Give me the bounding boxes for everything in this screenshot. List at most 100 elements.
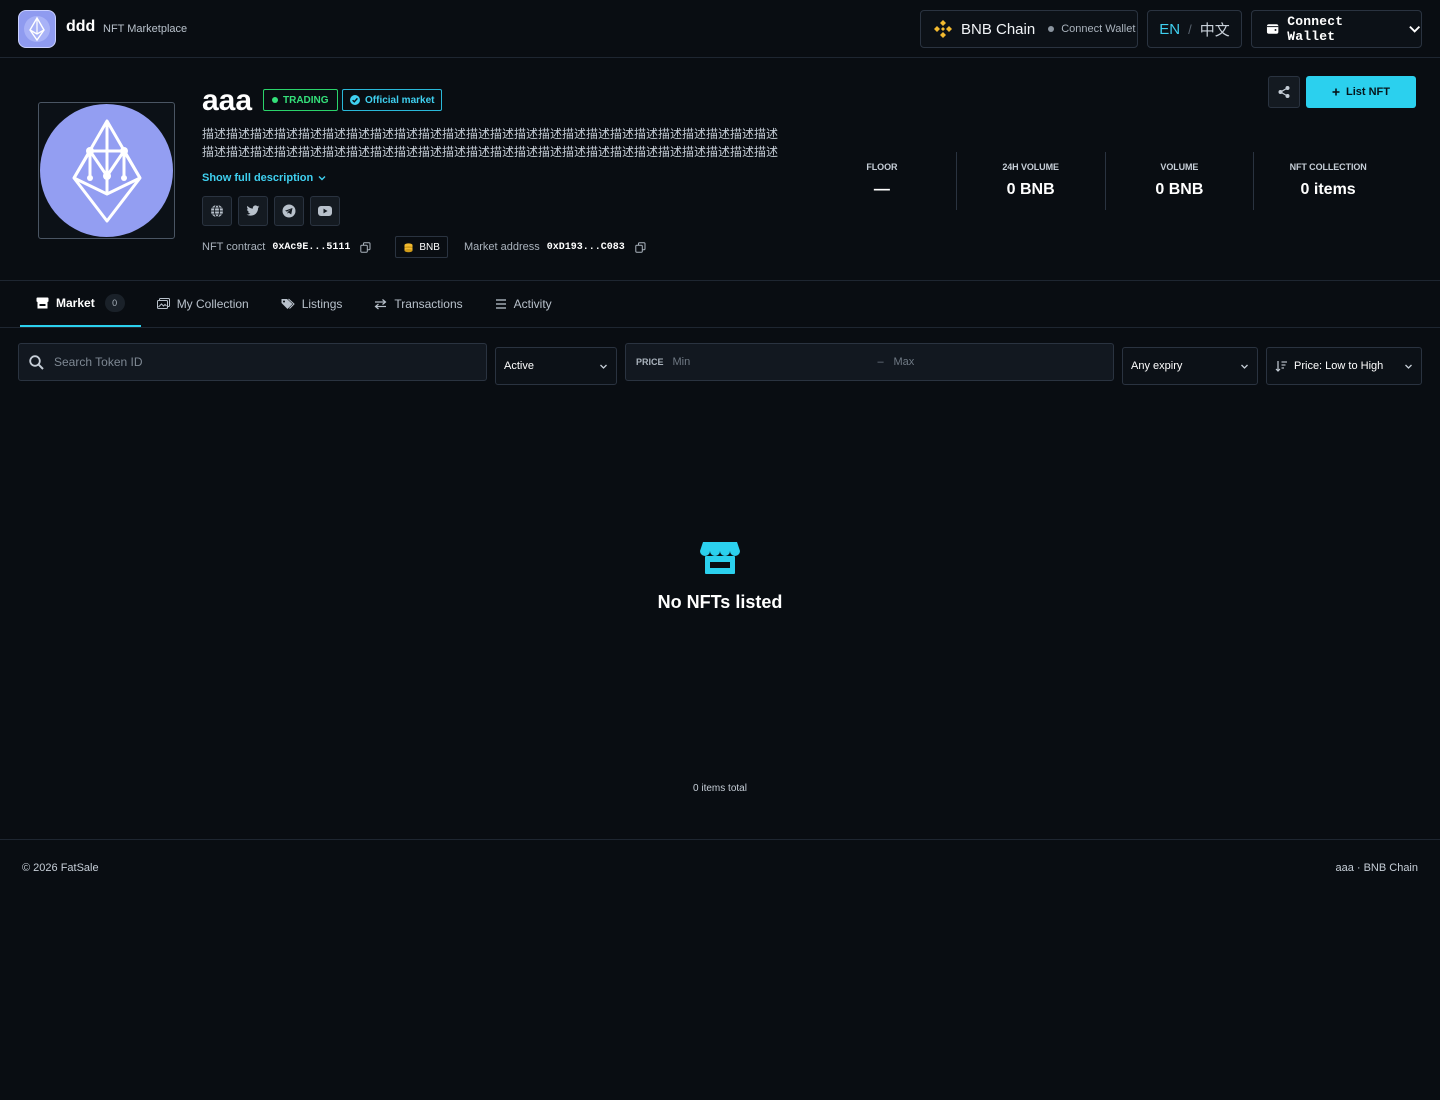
lang-zh-option[interactable]: 中文 <box>1200 19 1230 40</box>
status-select-value: Active <box>504 360 534 372</box>
collection-stats: FLOOR — 24H VOLUME 0 BNB VOLUME 0 BNB NF… <box>808 152 1402 210</box>
expiry-select[interactable]: Any expiry <box>1122 347 1258 385</box>
stat-24h-volume: 24H VOLUME 0 BNB <box>957 152 1106 210</box>
chevron-down-icon <box>1241 364 1248 369</box>
collection-avatar-image <box>40 104 173 237</box>
search-token-input[interactable] <box>54 355 454 369</box>
youtube-icon <box>318 206 332 216</box>
chevron-down-icon <box>318 176 326 181</box>
currency-label: BNB <box>419 241 440 253</box>
lang-en-option[interactable]: EN <box>1159 21 1180 38</box>
search-icon <box>29 354 44 370</box>
tags-icon <box>281 298 295 309</box>
wallet-icon <box>1266 24 1279 34</box>
website-link[interactable] <box>202 196 232 226</box>
tab-market[interactable]: Market 0 <box>20 281 141 327</box>
stat-nft-collection: NFT COLLECTION 0 items <box>1254 152 1402 210</box>
chain-name: BNB Chain <box>961 20 1036 38</box>
store-icon <box>700 542 740 574</box>
telegram-link[interactable] <box>274 196 304 226</box>
coins-icon <box>404 242 413 252</box>
top-bar: ddd NFT Marketplace BNB Chain Connect Wa… <box>0 0 1440 58</box>
list-nft-button[interactable]: List NFT <box>1306 76 1416 108</box>
footer-copyright: © 2026 FatSale <box>22 862 99 874</box>
tab-transactions-label: Transactions <box>394 297 463 311</box>
images-icon <box>156 298 170 309</box>
show-full-description-link[interactable]: Show full description <box>202 172 327 184</box>
price-min-input[interactable]: Min <box>673 356 878 368</box>
check-circle-icon <box>350 95 360 105</box>
copy-icon <box>360 241 371 253</box>
items-total: 0 items total <box>693 783 747 794</box>
sort-select-value: Price: Low to High <box>1294 360 1384 372</box>
stat-volume: VOLUME 0 BNB <box>1106 152 1255 210</box>
brand-name[interactable]: ddd <box>66 18 95 36</box>
connection-status-dot <box>1048 26 1055 32</box>
ethereum-logo-icon <box>72 119 141 222</box>
collection-tabs: Market 0 My Collection Listings Transact… <box>20 281 568 327</box>
trading-dot <box>272 97 278 103</box>
contract-info-row: NFT contract 0xAc9E...5111 BNB Market ad… <box>202 236 646 258</box>
sort-select[interactable]: Price: Low to High <box>1266 347 1422 385</box>
price-max-input[interactable]: Max <box>894 356 915 368</box>
tab-listings[interactable]: Listings <box>265 281 359 327</box>
footer-divider <box>0 839 1440 840</box>
status-select[interactable]: Active <box>495 347 617 385</box>
tab-activity-label: Activity <box>513 297 552 311</box>
price-range-filter: PRICE Min – Max <box>625 343 1114 381</box>
ethereum-logo-icon <box>24 16 50 42</box>
twitter-link[interactable] <box>238 196 268 226</box>
brand-logo[interactable] <box>18 10 56 48</box>
tab-transactions[interactable]: Transactions <box>358 281 478 327</box>
show-more-label: Show full description <box>202 172 314 184</box>
copy-contract-button[interactable] <box>360 241 371 253</box>
tab-my-collection[interactable]: My Collection <box>141 281 265 327</box>
official-badge-label: Official market <box>365 94 435 106</box>
nft-contract-address: 0xAc9E...5111 <box>272 241 351 253</box>
share-button[interactable] <box>1268 76 1300 108</box>
expiry-select-value: Any expiry <box>1131 360 1183 372</box>
lang-separator: / <box>1188 21 1192 37</box>
market-address-label: Market address <box>463 241 540 253</box>
tab-market-label: Market <box>56 296 95 310</box>
market-count-badge: 0 <box>104 294 125 312</box>
footer-chain-info: aaa · BNB Chain <box>1335 862 1418 874</box>
chevron-down-icon <box>1405 364 1412 369</box>
collection-title: aaa <box>202 84 253 117</box>
trading-status-badge: TRADING <box>263 89 338 111</box>
empty-state-message: No NFTs listed <box>657 592 783 612</box>
twitter-icon <box>246 205 260 216</box>
market-address: 0xD193...C083 <box>546 241 625 253</box>
divider <box>0 327 1440 328</box>
official-market-badge: Official market <box>342 89 443 111</box>
price-range-dash: – <box>877 356 884 368</box>
collection-description: 描述描述描述描述描述描述描述描述描述描述描述描述描述描述描述描述描述描述描述描述… <box>202 127 779 159</box>
chevron-down-icon <box>600 364 607 369</box>
social-links <box>202 196 340 226</box>
bnb-logo-icon <box>934 20 952 38</box>
copy-market-address-button[interactable] <box>635 241 646 253</box>
nft-contract-label: NFT contract <box>202 241 266 253</box>
stat-label: NFT COLLECTION <box>1289 162 1367 172</box>
connect-wallet-label: Connect Wallet <box>1287 14 1344 44</box>
exchange-icon <box>374 299 387 310</box>
stat-value: — <box>873 181 890 198</box>
store-icon <box>36 297 49 309</box>
chevron-down-icon <box>1408 25 1420 33</box>
trading-badge-label: TRADING <box>283 94 329 106</box>
language-switcher: EN / 中文 <box>1147 10 1242 48</box>
tab-my-collection-label: My Collection <box>176 297 249 311</box>
sort-icon <box>1275 361 1287 372</box>
chain-connection-status: Connect Wallet <box>1061 23 1136 35</box>
currency-pill: BNB <box>395 236 448 258</box>
tab-activity[interactable]: Activity <box>479 281 568 327</box>
stat-label: 24H VOLUME <box>1002 162 1059 172</box>
chain-selector[interactable]: BNB Chain Connect Wallet <box>920 10 1138 48</box>
stat-value: 0 BNB <box>1155 181 1204 198</box>
share-icon <box>1278 86 1290 98</box>
youtube-link[interactable] <box>310 196 340 226</box>
tab-listings-label: Listings <box>301 297 343 311</box>
stat-label: FLOOR <box>866 162 898 172</box>
collection-avatar <box>38 102 175 239</box>
connect-wallet-button[interactable]: Connect Wallet <box>1251 10 1422 48</box>
